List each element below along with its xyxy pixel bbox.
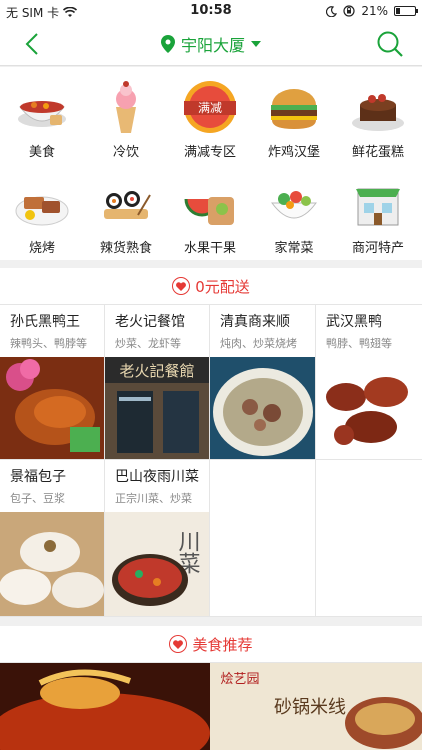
shop-card-wuhan-duck[interactable]: 武汉黑鸭 鸭脖、鸭翅等 <box>316 305 422 460</box>
shop-photo <box>0 357 104 459</box>
category-fried-chicken-burger[interactable]: 炸鸡汉堡 <box>252 79 336 160</box>
heart-icon <box>172 277 191 295</box>
shop-card-sunshi-duck[interactable]: 孙氏黑鸭王 辣鸭头、鸭脖等 <box>0 305 105 460</box>
category-spicy-deli[interactable]: 辣货熟食 <box>84 175 168 256</box>
nav-bar: 宇阳大厦 <box>0 22 422 66</box>
category-home-cooking[interactable]: 家常菜 <box>252 175 336 256</box>
ice-cream-icon <box>116 81 136 133</box>
category-fruit-nuts[interactable]: 水果干果 <box>168 175 252 256</box>
category-label: 美食 <box>28 145 55 160</box>
food-recommend-header: 美食推荐 <box>0 626 422 663</box>
burger-icon <box>271 89 317 129</box>
salad-bowl-icon <box>271 191 317 219</box>
discount-badge-icon: 满减 <box>184 81 236 133</box>
rotation-lock-icon <box>343 5 355 17</box>
category-discount[interactable]: 满减 满减专区 <box>168 79 252 160</box>
shop-tags: 炖肉、炒菜烧烤 <box>220 337 297 350</box>
section-title: 0元配送 <box>195 277 250 296</box>
category-label: 家常菜 <box>274 241 314 256</box>
recommend-banner-right[interactable]: 烩艺园 砂锅米线 <box>210 663 422 750</box>
location-pin-icon <box>160 35 175 53</box>
category-label: 烧烤 <box>28 241 55 256</box>
cake-icon <box>352 94 404 131</box>
banner-brand-text: 烩艺园 <box>220 672 259 687</box>
shop-name: 孙氏黑鸭王 <box>10 314 80 330</box>
recommend-banners: 烩艺园 砂锅米线 <box>0 663 422 750</box>
category-grid: 美食 冷饮 满减 满减专区 炸鸡汉堡 鲜花蛋糕 烧烤 辣货熟食 水果干果 家常菜… <box>0 67 422 260</box>
discount-badge-text: 满减 <box>198 101 222 115</box>
category-cold-drinks[interactable]: 冷饮 <box>84 79 168 160</box>
restaurant-sign-text: 老火記餐館 <box>119 362 194 380</box>
shop-tags: 正宗川菜、炒菜 <box>115 492 192 505</box>
category-label: 冷饮 <box>112 145 139 160</box>
category-bbq[interactable]: 烧烤 <box>0 175 84 256</box>
shop-photo: 川菜 <box>105 512 209 616</box>
shop-photo <box>0 512 104 616</box>
section-title: 美食推荐 <box>192 635 253 654</box>
shop-name: 巴山夜雨川菜 <box>115 469 199 485</box>
heart-icon <box>169 635 188 653</box>
shop-card-qingzhen[interactable]: 清真商来顺 炖肉、炒菜烧烤 <box>210 305 316 460</box>
free-delivery-header: 0元配送 <box>0 268 422 305</box>
search-icon[interactable] <box>376 30 404 58</box>
location-label: 宇阳大厦 <box>180 36 245 55</box>
status-bar: 无 SIM 卡 10:58 21% <box>0 0 422 22</box>
shop-tags: 包子、豆浆 <box>10 492 65 505</box>
shop-card-laohuoji[interactable]: 老火记餐馆 炒菜、龙虾等 老火記餐館 <box>105 305 210 460</box>
shop-photo <box>316 357 422 459</box>
shop-tags: 鸭脖、鸭翅等 <box>326 337 392 350</box>
fruit-icon <box>184 197 234 225</box>
shop-name: 老火记餐馆 <box>115 314 185 330</box>
shop-tags: 炒菜、龙虾等 <box>115 337 181 350</box>
shop-card-bashan-sichuan[interactable]: 巴山夜雨川菜 正宗川菜、炒菜 川菜 <box>105 460 210 617</box>
food-bowl-icon <box>18 101 66 127</box>
battery-icon <box>394 6 418 16</box>
shop-card-empty <box>210 460 316 617</box>
category-food[interactable]: 美食 <box>0 79 84 160</box>
shop-card-empty <box>316 460 422 617</box>
caret-down-icon <box>251 40 261 47</box>
category-label: 炸鸡汉堡 <box>267 145 320 160</box>
shop-card-jingfu-buns[interactable]: 景福包子 包子、豆浆 <box>0 460 105 617</box>
category-label: 鲜花蛋糕 <box>351 145 404 160</box>
shop-name: 清真商来顺 <box>220 314 290 330</box>
bbq-plate-icon <box>15 196 69 226</box>
moon-icon <box>326 5 338 17</box>
sushi-icon <box>104 191 151 219</box>
shop-photo <box>210 357 315 459</box>
shop-photo: 老火記餐館 <box>105 357 209 459</box>
shop-name: 景福包子 <box>10 469 66 485</box>
category-label: 满减专区 <box>183 145 236 160</box>
shop-front-icon <box>356 188 400 226</box>
shop-tags: 辣鸭头、鸭脖等 <box>10 337 87 350</box>
shop-grid: 孙氏黑鸭王 辣鸭头、鸭脖等 老火记餐馆 炒菜、龙虾等 老火記餐館 清真商来顺 炖… <box>0 305 422 617</box>
banner-dish-text: 砂锅米线 <box>274 697 346 718</box>
category-flower-cake[interactable]: 鲜花蛋糕 <box>336 79 420 160</box>
category-local-specialty[interactable]: 商河特产 <box>336 175 420 256</box>
shop-name: 武汉黑鸭 <box>326 314 382 330</box>
category-label: 辣货熟食 <box>99 241 152 256</box>
location-selector[interactable]: 宇阳大厦 <box>0 32 422 56</box>
battery-percent: 21% <box>361 4 388 18</box>
status-right: 21% <box>326 4 418 18</box>
category-label: 商河特产 <box>351 241 404 256</box>
recommend-banner-left[interactable] <box>0 663 210 750</box>
category-label: 水果干果 <box>183 241 236 256</box>
